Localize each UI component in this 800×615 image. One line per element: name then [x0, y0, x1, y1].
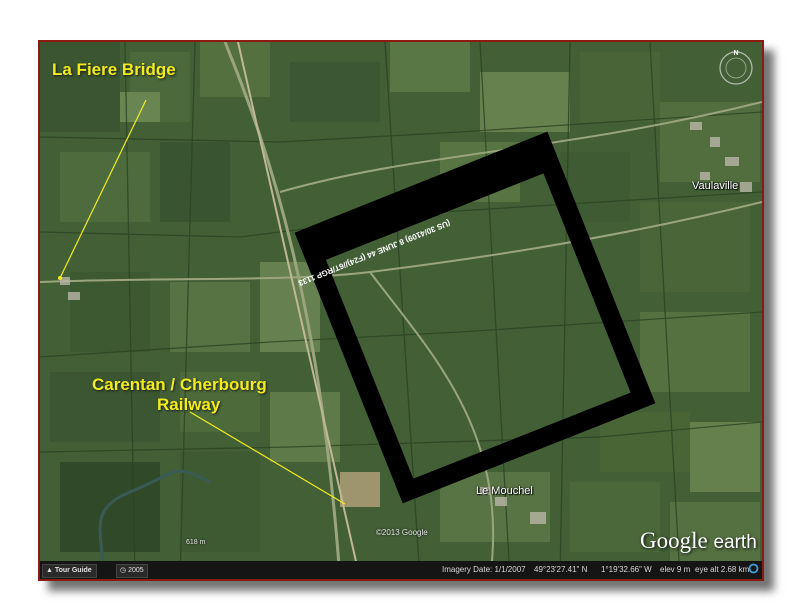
google-earth-logo: Google earth [640, 528, 757, 554]
status-bar: ▲ Tour Guide ◷ 2005 Imagery Date: 1/1/20… [40, 561, 762, 579]
tour-guide-label: Tour Guide [54, 567, 92, 574]
logo-earth: earth [713, 532, 757, 553]
latitude-readout: 49°23'27.41" N [534, 565, 588, 574]
logo-google: Google [640, 528, 708, 553]
svg-text:N: N [733, 50, 738, 57]
status-ring-icon [748, 563, 759, 576]
historical-year: 2005 [128, 567, 144, 574]
copyright-text: ©2013 Google [376, 528, 428, 537]
satellite-imagery: (US 30/4109) 8 JUNE 44 (F24)//6T/RGP 113… [40, 42, 762, 579]
historical-imagery-button[interactable]: ◷ 2005 [116, 564, 148, 578]
eye-alt-readout: eye alt 2.68 km [695, 565, 750, 574]
scale-label: 618 m [186, 539, 206, 546]
vaulaville-label: Vaulaville [692, 180, 739, 192]
le-mouchel-label: Le Mouchel [476, 485, 533, 497]
clock-icon: ◷ [120, 567, 129, 574]
map-view[interactable]: (US 30/4109) 8 JUNE 44 (F24)//6T/RGP 113… [38, 40, 764, 581]
tour-guide-icon: ▲ [46, 567, 55, 574]
elevation-readout: elev 9 m [660, 565, 691, 574]
railway-label-line2: Railway [157, 395, 221, 414]
la-fiere-label: La Fiere Bridge [52, 60, 176, 79]
imagery-date: Imagery Date: 1/1/2007 [442, 565, 526, 574]
la-fiere-marker [58, 276, 62, 280]
railway-label-line1: Carentan / Cherbourg [92, 375, 267, 394]
compass-icon[interactable]: N [716, 46, 756, 86]
tour-guide-button[interactable]: ▲ Tour Guide [42, 564, 97, 578]
longitude-readout: 1°19'32.66" W [601, 565, 652, 574]
